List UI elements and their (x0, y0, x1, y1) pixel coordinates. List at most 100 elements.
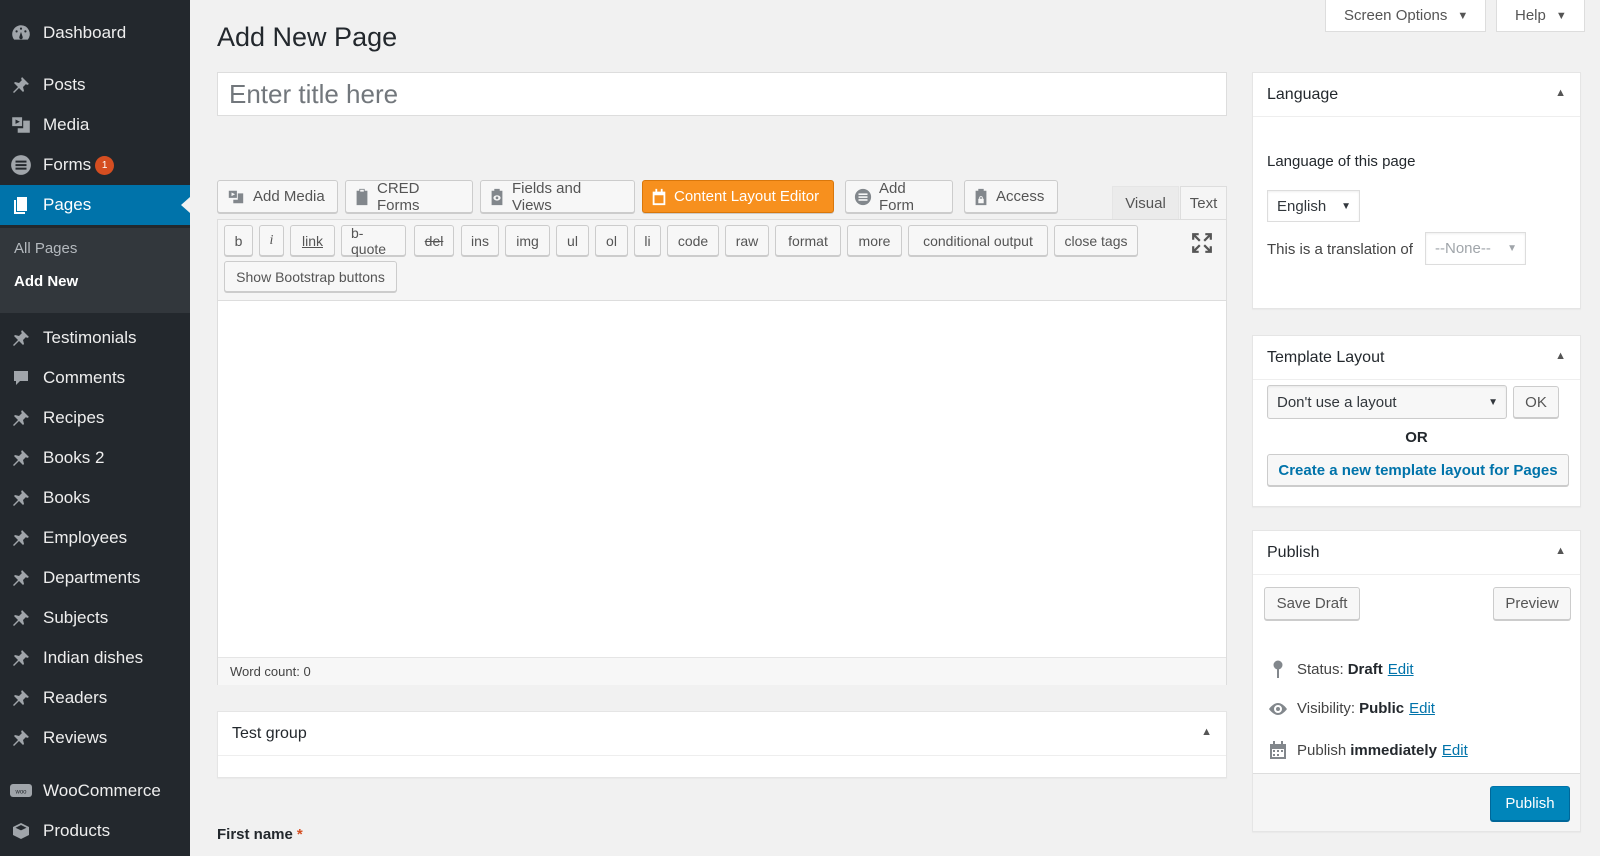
test-group-header[interactable]: Test group ▲ (218, 712, 1226, 756)
submenu-add-new[interactable]: Add New (14, 273, 78, 290)
sidebar-item-pages[interactable]: Pages (0, 185, 190, 225)
required-asterisk: * (296, 826, 303, 843)
sidebar-item-readers[interactable]: Readers (0, 678, 190, 718)
sidebar-item-label: Posts (43, 75, 86, 94)
sidebar-item-testimonials[interactable]: Testimonials (0, 318, 190, 358)
fields-and-views-button[interactable]: Fields and Views (480, 179, 635, 214)
pin-icon (9, 566, 33, 590)
quicktag-ol[interactable]: ol (595, 225, 628, 256)
tab-text[interactable]: Text (1180, 186, 1227, 220)
quicktag-ul[interactable]: ul (556, 225, 589, 256)
quicktag-li[interactable]: li (634, 225, 661, 256)
pages-icon (9, 193, 33, 217)
forms-icon (9, 153, 33, 177)
publish-actions: Publish (1253, 773, 1580, 831)
sidebar-item-woocommerce[interactable]: woo WooCommerce (0, 771, 190, 811)
quicktag-img[interactable]: img (505, 225, 550, 256)
collapse-triangle-icon[interactable]: ▲ (1201, 726, 1212, 738)
quicktag-bold[interactable]: b (224, 225, 253, 256)
sidebar-item-employees[interactable]: Employees (0, 518, 190, 558)
quicktag-italic[interactable]: i (259, 225, 284, 256)
test-group-box: Test group ▲ (217, 711, 1227, 778)
quicktag-link[interactable]: link (290, 225, 335, 256)
template-layout-header[interactable]: Template Layout ▲ (1253, 336, 1580, 380)
help-label: Help (1515, 7, 1546, 24)
translation-select[interactable]: --None-- ▼ (1425, 232, 1526, 265)
pin-icon (9, 326, 33, 350)
quicktag-more[interactable]: more (847, 225, 902, 256)
first-name-text: First name (217, 826, 293, 843)
media-icon (226, 188, 246, 206)
post-title-input[interactable] (217, 72, 1227, 116)
cred-forms-button[interactable]: CRED Forms (345, 180, 473, 214)
caret-down-icon: ▼ (1507, 243, 1517, 254)
tab-visual[interactable]: Visual (1112, 186, 1179, 220)
pin-icon (9, 406, 33, 430)
template-layout-title: Template Layout (1267, 348, 1385, 366)
sidebar-item-posts[interactable]: Posts (0, 65, 190, 105)
quicktag-raw[interactable]: raw (725, 225, 769, 256)
translation-selected-value: --None-- (1435, 240, 1491, 257)
language-of-page-label: Language of this page (1267, 153, 1416, 170)
fields-and-views-label: Fields and Views (512, 179, 582, 214)
sidebar-item-media[interactable]: Media (0, 105, 190, 145)
quicktag-b-quote[interactable]: b-quote (341, 225, 406, 257)
collapse-triangle-icon[interactable]: ▲ (1555, 350, 1566, 362)
language-selected-value: English (1277, 197, 1327, 215)
word-count: Word count: 0 (218, 657, 1226, 685)
sidebar-item-books[interactable]: Books (0, 478, 190, 518)
add-form-button[interactable]: Add Form (845, 180, 953, 214)
quicktag-ins[interactable]: ins (461, 225, 499, 256)
submenu-all-pages[interactable]: All Pages (14, 240, 77, 257)
sidebar-item-departments[interactable]: Departments (0, 558, 190, 598)
quicktag-del[interactable]: del (414, 225, 454, 256)
sidebar-item-comments[interactable]: Comments (0, 358, 190, 398)
sidebar-item-label: Recipes (43, 408, 105, 427)
sidebar-item-subjects[interactable]: Subjects (0, 598, 190, 638)
content-textarea[interactable] (218, 302, 1226, 657)
collapse-triangle-icon[interactable]: ▲ (1555, 545, 1566, 557)
sidebar-item-dashboard[interactable]: Dashboard (0, 13, 190, 53)
save-draft-button[interactable]: Save Draft (1264, 587, 1360, 620)
publish-button[interactable]: Publish (1490, 786, 1570, 821)
screen-options-button[interactable]: Screen Options ▼ (1325, 0, 1486, 32)
collapse-triangle-icon[interactable]: ▲ (1555, 87, 1566, 99)
quicktag-conditional-output[interactable]: conditional output (908, 225, 1048, 256)
edit-visibility-link[interactable]: Edit (1409, 700, 1435, 717)
access-button[interactable]: Access (964, 180, 1058, 213)
edit-publish-date-link[interactable]: Edit (1442, 742, 1468, 759)
add-media-button[interactable]: Add Media (217, 180, 338, 213)
show-bootstrap-buttons[interactable]: Show Bootstrap buttons (224, 261, 397, 292)
create-template-layout-button[interactable]: Create a new template layout for Pages (1267, 454, 1569, 486)
content-layout-editor-label: Content Layout Editor (674, 188, 820, 205)
sidebar-item-indian-dishes[interactable]: Indian dishes (0, 638, 190, 678)
help-button[interactable]: Help ▼ (1496, 0, 1585, 32)
status-value: Draft (1347, 660, 1383, 678)
pin-icon (9, 526, 33, 550)
access-label: Access (996, 188, 1045, 205)
quicktag-close-tags[interactable]: close tags (1054, 225, 1138, 256)
pin-icon (9, 486, 33, 510)
pin-icon (9, 686, 33, 710)
language-box: Language ▲ Language of this page English… (1252, 72, 1581, 309)
template-layout-select[interactable]: Don't use a layout ▼ (1267, 385, 1507, 419)
publish-box: Publish ▲ Save Draft Preview Status: Dra… (1252, 530, 1581, 832)
fullscreen-expand-icon[interactable] (1191, 232, 1213, 254)
preview-button[interactable]: Preview (1493, 587, 1571, 620)
sidebar-item-forms[interactable]: Forms 1 (0, 145, 190, 185)
edit-status-link[interactable]: Edit (1388, 661, 1414, 678)
comment-icon (9, 366, 33, 390)
sidebar-item-recipes[interactable]: Recipes (0, 398, 190, 438)
sidebar-item-label: Forms (43, 155, 92, 174)
publish-header[interactable]: Publish ▲ (1253, 531, 1580, 575)
content-layout-editor-button[interactable]: Content Layout Editor (642, 180, 834, 213)
sidebar-item-books-2[interactable]: Books 2 (0, 438, 190, 478)
quicktag-format[interactable]: format (775, 225, 841, 256)
sidebar-item-reviews[interactable]: Reviews (0, 718, 190, 758)
language-header[interactable]: Language ▲ (1253, 73, 1580, 117)
svg-text:woo: woo (14, 790, 27, 796)
quicktag-code[interactable]: code (667, 225, 719, 256)
language-select[interactable]: English ▼ (1267, 190, 1360, 222)
template-ok-button[interactable]: OK (1513, 386, 1559, 418)
sidebar-item-products[interactable]: Products (0, 811, 190, 851)
